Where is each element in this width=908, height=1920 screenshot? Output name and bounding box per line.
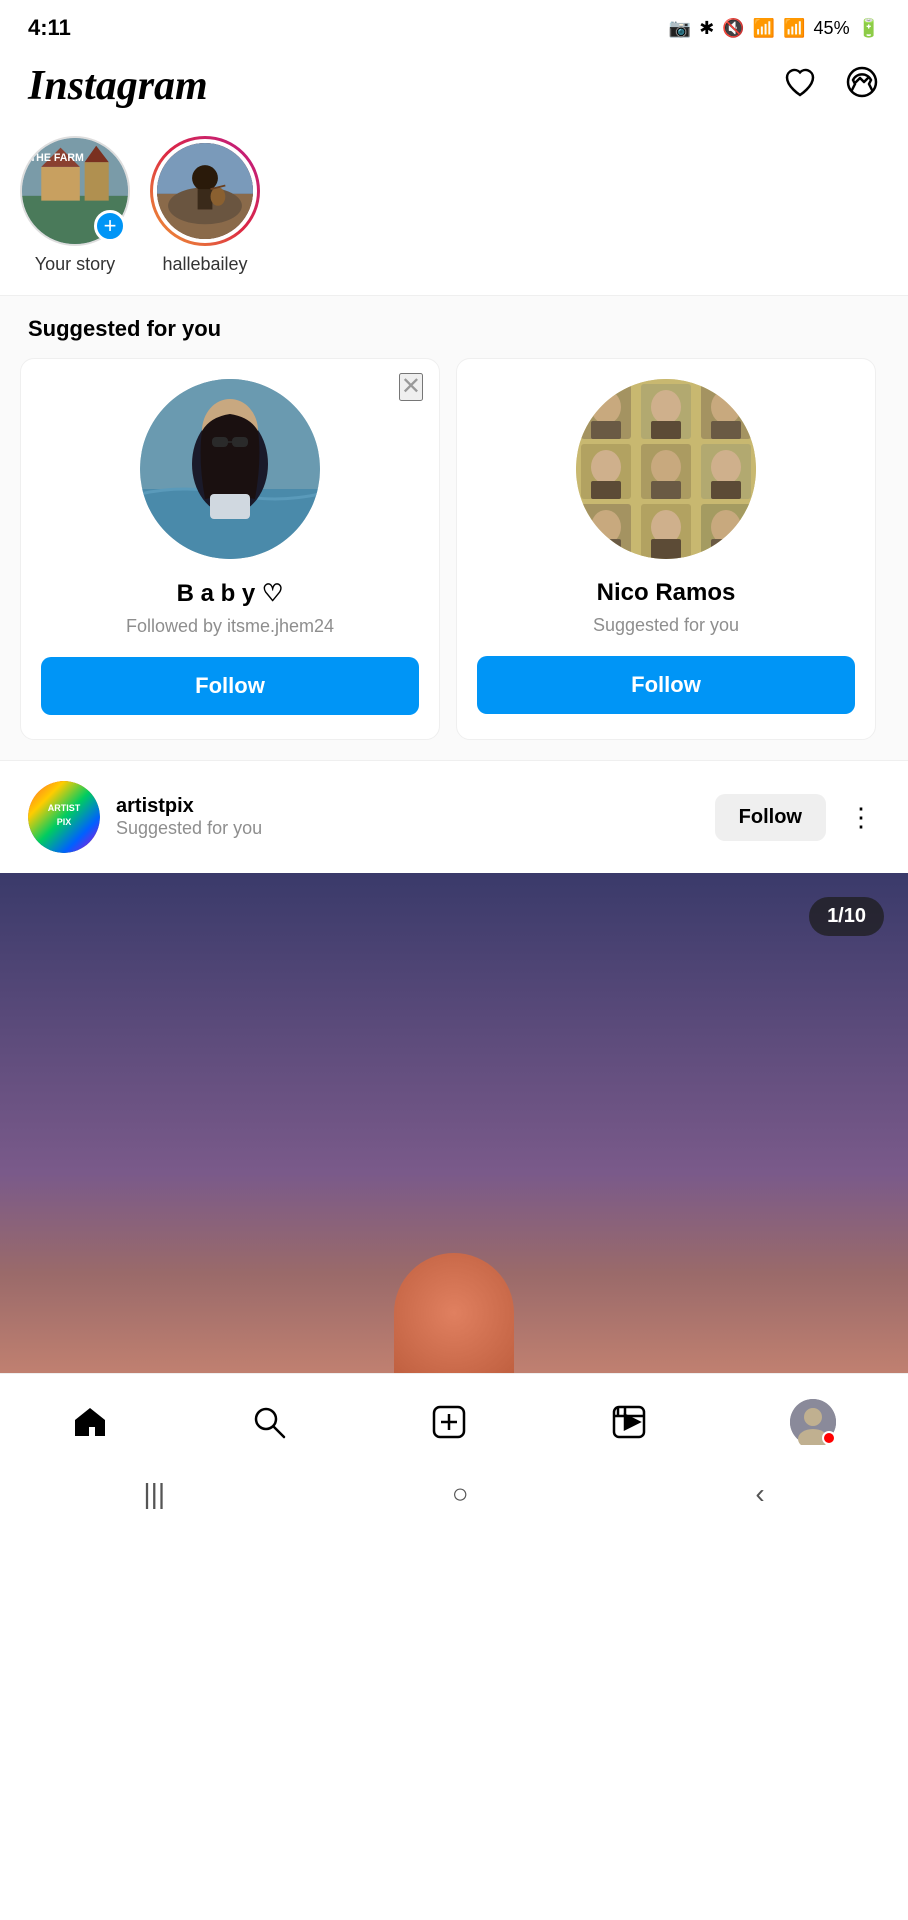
suggested-section: Suggested for you ✕ bbox=[0, 295, 908, 760]
your-story-avatar-wrap: THE FARM + bbox=[20, 136, 130, 246]
hallebailey-ring-inner bbox=[153, 139, 257, 243]
heart-icon[interactable] bbox=[782, 64, 818, 108]
status-icons: 📷 ✱ 🔇 📶 📶 45% 🔋 bbox=[669, 18, 880, 39]
baby-name: B a b y ♡ bbox=[177, 579, 284, 608]
hallebailey-story-ring bbox=[150, 136, 260, 246]
top-nav: Instagram bbox=[0, 52, 908, 126]
nav-add-button[interactable] bbox=[415, 1396, 483, 1448]
back-button[interactable]: ‹ bbox=[755, 1478, 764, 1510]
story-item-hallebailey[interactable]: hallebailey bbox=[150, 136, 260, 275]
stories-row: THE FARM + Your story bbox=[0, 126, 908, 295]
mute-icon: 🔇 bbox=[722, 18, 744, 39]
follow-baby-button[interactable]: Follow bbox=[41, 657, 419, 715]
signal-icon: 📶 bbox=[783, 18, 805, 39]
svg-text:ARTIST: ARTIST bbox=[48, 803, 81, 813]
nav-reels-button[interactable] bbox=[595, 1396, 663, 1448]
follow-artistpix-button[interactable]: Follow bbox=[715, 794, 826, 841]
menu-button[interactable]: ||| bbox=[143, 1478, 165, 1510]
story-item-your-story[interactable]: THE FARM + Your story bbox=[20, 136, 130, 275]
status-bar: 4:11 📷 ✱ 🔇 📶 📶 45% 🔋 bbox=[0, 0, 908, 52]
bottom-nav bbox=[0, 1373, 908, 1463]
nico-name: Nico Ramos bbox=[597, 579, 736, 607]
system-nav: ||| ○ ‹ bbox=[0, 1463, 908, 1535]
instagram-logo: Instagram bbox=[28, 62, 208, 110]
artistpix-subtitle: Suggested for you bbox=[116, 818, 699, 839]
status-time: 4:11 bbox=[28, 15, 71, 41]
suggested-cards: ✕ bbox=[0, 358, 908, 740]
hallebailey-avatar-wrap bbox=[150, 136, 260, 246]
svg-text:THE FARM: THE FARM bbox=[30, 152, 84, 164]
baby-subtitle: Followed by itsme.jhem24 bbox=[126, 616, 334, 637]
suggested-card-nico: Nico Ramos Suggested for you Follow bbox=[456, 358, 876, 740]
battery-icon: 🔋 bbox=[858, 18, 880, 39]
artistpix-username: artistpix bbox=[116, 795, 699, 818]
nav-icons bbox=[782, 64, 880, 108]
post-counter: 1/10 bbox=[809, 897, 884, 936]
bluetooth-icon: ✱ bbox=[699, 18, 714, 39]
hallebailey-label: hallebailey bbox=[162, 254, 247, 275]
artist-row: ARTIST PIX artistpix Suggested for you F… bbox=[0, 760, 908, 873]
artistpix-avatar-inner: ARTIST PIX bbox=[28, 781, 100, 853]
baby-avatar bbox=[140, 379, 320, 559]
post-area: 1/10 bbox=[0, 873, 908, 1373]
nav-profile-button[interactable] bbox=[774, 1391, 852, 1453]
nav-search-button[interactable] bbox=[235, 1396, 303, 1448]
add-story-badge[interactable]: + bbox=[94, 210, 126, 242]
profile-nav-avatar bbox=[790, 1399, 836, 1445]
messenger-icon[interactable] bbox=[844, 64, 880, 108]
profile-notification-dot bbox=[822, 1431, 836, 1445]
close-baby-card-button[interactable]: ✕ bbox=[399, 373, 423, 401]
wifi-icon: 📶 bbox=[753, 18, 775, 39]
follow-nico-button[interactable]: Follow bbox=[477, 656, 855, 714]
svg-text:PIX: PIX bbox=[57, 817, 72, 827]
post-bottom-figure bbox=[394, 1253, 514, 1373]
artist-info: artistpix Suggested for you bbox=[116, 795, 699, 839]
suggested-card-baby: ✕ bbox=[20, 358, 440, 740]
artistpix-avatar: ARTIST PIX bbox=[28, 781, 100, 853]
more-options-button[interactable]: ⋮ bbox=[842, 802, 880, 833]
camera-icon: 📷 bbox=[669, 18, 691, 39]
suggested-header: Suggested for you bbox=[0, 316, 908, 358]
nico-avatar bbox=[576, 379, 756, 559]
home-button[interactable]: ○ bbox=[452, 1478, 469, 1510]
your-story-label: Your story bbox=[35, 254, 115, 275]
nico-subtitle: Suggested for you bbox=[593, 615, 739, 636]
nav-home-button[interactable] bbox=[56, 1396, 124, 1448]
battery-level: 45% bbox=[814, 18, 850, 39]
hallebailey-avatar-bg bbox=[157, 143, 253, 239]
